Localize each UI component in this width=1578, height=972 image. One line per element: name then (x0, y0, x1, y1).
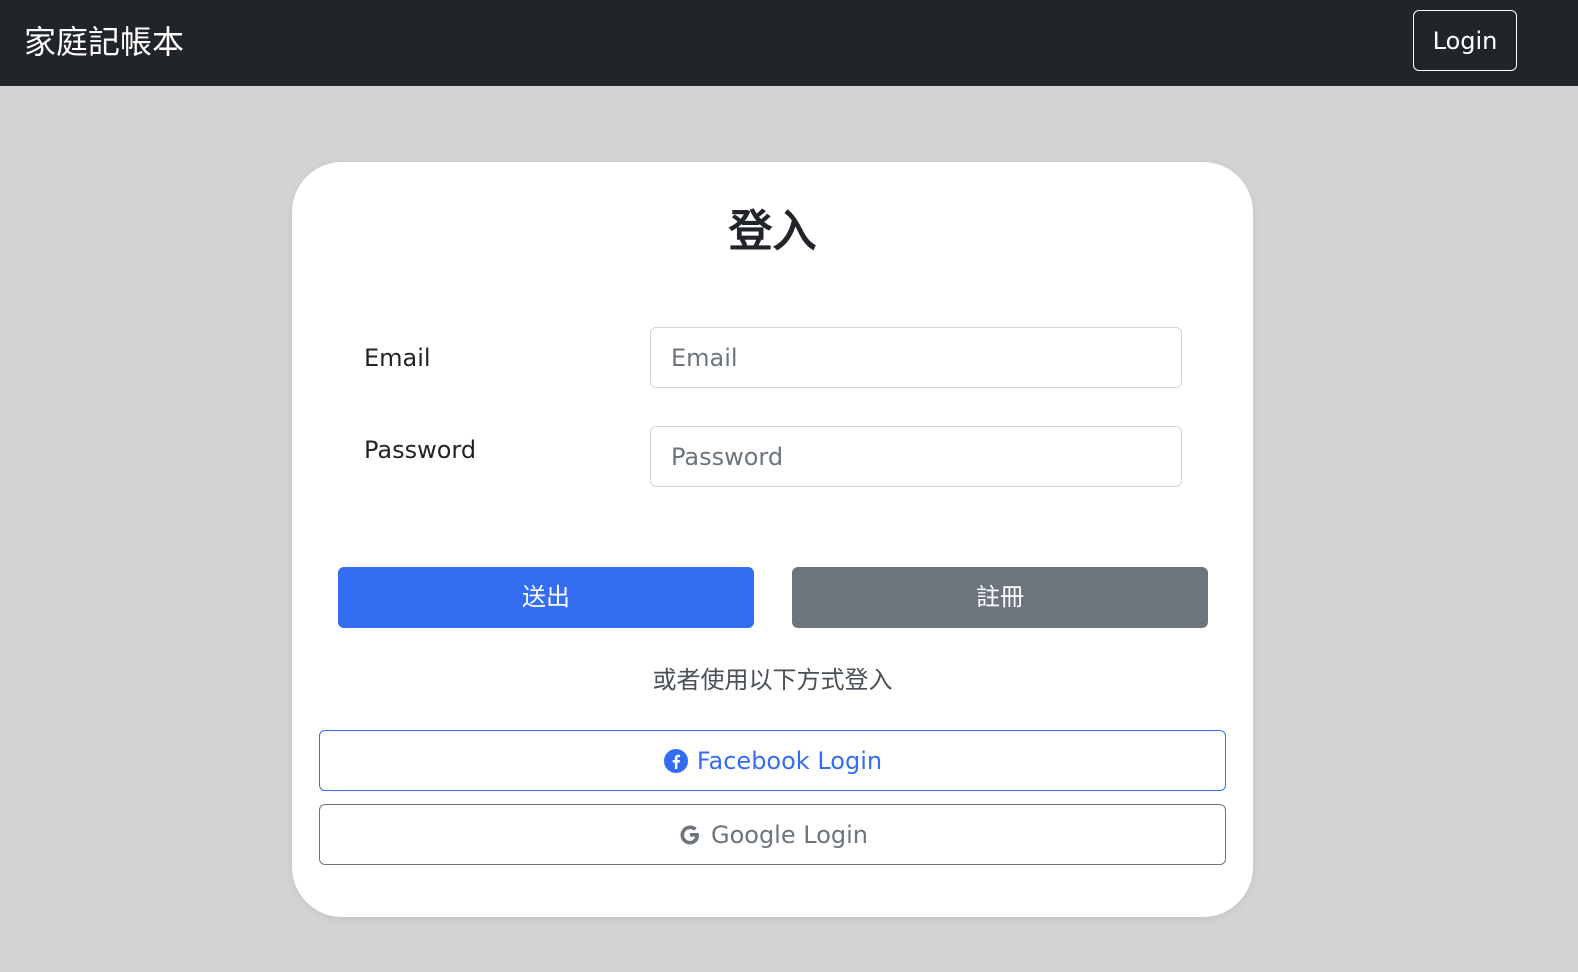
brand-title[interactable]: 家庭記帳本 (24, 20, 184, 64)
google-icon (677, 822, 703, 848)
page-title: 登入 (728, 206, 817, 257)
google-login-label: Google Login (710, 820, 868, 849)
alt-login-text: 或者使用以下方式登入 (652, 666, 893, 694)
email-field[interactable] (650, 327, 1182, 388)
submit-button[interactable]: 送出 (338, 567, 754, 628)
password-field[interactable] (650, 426, 1182, 487)
nav-login-button[interactable]: Login (1413, 10, 1517, 71)
register-button[interactable]: 註冊 (792, 567, 1208, 628)
navbar: 家庭記帳本 Login (0, 0, 1578, 86)
google-login-button[interactable]: Google Login (319, 804, 1226, 865)
facebook-icon (663, 748, 689, 774)
login-card: 登入 Email Password 送出 註冊 或者使用以下方式登入 Faceb… (292, 162, 1253, 917)
password-label: Password (364, 436, 477, 464)
facebook-login-label: Facebook Login (696, 746, 883, 775)
email-label: Email (364, 344, 431, 372)
facebook-login-button[interactable]: Facebook Login (319, 730, 1226, 791)
